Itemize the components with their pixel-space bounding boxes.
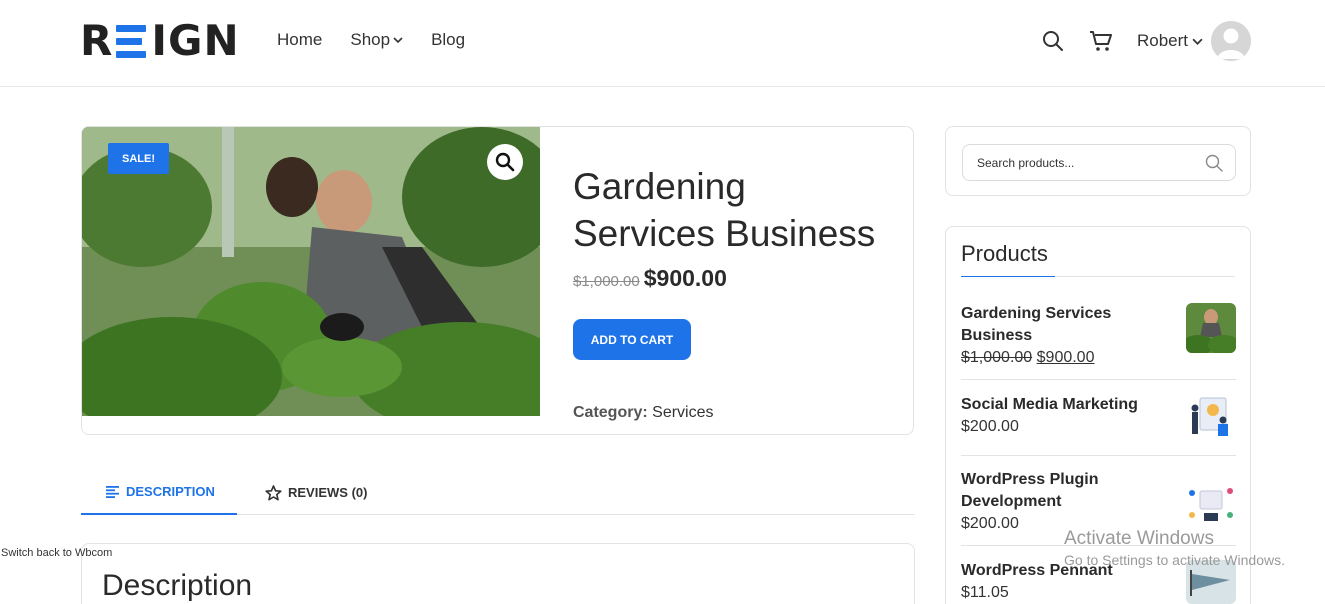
product-search-widget xyxy=(945,126,1251,196)
list-item[interactable]: Gardening Services Business $1,000.00 $9… xyxy=(961,303,1236,380)
nav-shop[interactable]: Shop xyxy=(350,30,403,50)
product-link[interactable]: WordPress Plugin Development xyxy=(961,469,1161,513)
cart-icon[interactable] xyxy=(1089,29,1113,53)
list-item[interactable]: WordPress Pennant $11.05 xyxy=(961,560,1236,604)
magnifier-icon xyxy=(495,152,515,172)
sale-price: $900.00 xyxy=(643,265,727,291)
align-left-icon xyxy=(106,485,120,498)
product-link[interactable]: Social Media Marketing xyxy=(961,394,1161,416)
tab-description[interactable]: DESCRIPTION xyxy=(81,470,237,515)
sale-badge: SALE! xyxy=(108,143,169,174)
category-link[interactable]: Services xyxy=(652,404,713,421)
regular-price: $1,000.00 xyxy=(961,349,1033,366)
product-link[interactable]: WordPress Pennant xyxy=(961,560,1161,582)
nav-shop-label: Shop xyxy=(350,30,391,49)
user-name: Robert xyxy=(1136,31,1188,50)
product-summary-card: SALE! Gardening Services Business $1,000… xyxy=(81,126,914,435)
product-search-input[interactable] xyxy=(963,145,1205,180)
sale-price: $900.00 xyxy=(1036,349,1095,366)
nav-blog[interactable]: Blog xyxy=(431,30,465,50)
site-logo[interactable]: R IGN xyxy=(80,16,240,65)
product-price: $1,000.00 $900.00 xyxy=(573,265,727,292)
product-link[interactable]: Gardening Services Business xyxy=(961,303,1161,347)
search-icon[interactable] xyxy=(1041,29,1065,53)
header-actions: Robert xyxy=(1041,20,1251,62)
description-heading: Description xyxy=(102,569,253,602)
product-thumbnail[interactable] xyxy=(1186,483,1236,527)
regular-price: $1,000.00 xyxy=(573,273,640,290)
user-avatar-icon xyxy=(1211,21,1251,61)
list-item[interactable]: Social Media Marketing $200.00 xyxy=(961,394,1236,456)
logo-letters-ign: IGN xyxy=(151,16,240,65)
product-category: Category: Services xyxy=(573,404,714,422)
logo-e-bars xyxy=(116,24,148,58)
logo-letter-r: R xyxy=(80,16,114,65)
product-thumbnail[interactable] xyxy=(1186,560,1236,604)
category-label: Category: xyxy=(573,404,648,421)
chevron-down-icon xyxy=(393,37,403,44)
site-header: R IGN Home Shop Blog Robert xyxy=(0,0,1325,87)
products-widget: Products Gardening Services Business $1,… xyxy=(945,226,1251,604)
products-widget-title: Products xyxy=(961,241,1048,266)
main-nav: Home Shop Blog xyxy=(277,30,493,50)
tab-description-label: DESCRIPTION xyxy=(126,484,215,499)
product-thumbnail[interactable] xyxy=(1186,303,1236,353)
product-search-box xyxy=(962,144,1236,181)
product-title: Gardening Services Business xyxy=(573,166,876,254)
description-panel: Description xyxy=(81,543,915,604)
tab-reviews-label: REVIEWS (0) xyxy=(288,485,368,500)
widget-title-divider xyxy=(961,276,1235,277)
list-item[interactable]: WordPress Plugin Development $200.00 xyxy=(961,469,1236,546)
product-thumbnail[interactable] xyxy=(1186,394,1236,444)
zoom-button[interactable] xyxy=(487,144,523,180)
avatar[interactable] xyxy=(1211,21,1251,61)
chevron-down-icon xyxy=(1192,38,1203,45)
add-to-cart-button[interactable]: ADD TO CART xyxy=(573,319,691,360)
star-icon xyxy=(265,484,282,501)
tab-reviews[interactable]: REVIEWS (0) xyxy=(237,470,367,515)
product-image[interactable]: SALE! xyxy=(82,127,540,416)
search-icon[interactable] xyxy=(1205,153,1225,173)
user-menu[interactable]: Robert xyxy=(1137,31,1203,51)
switch-back-link[interactable]: Switch back to Wbcom xyxy=(1,547,112,559)
nav-home[interactable]: Home xyxy=(277,30,322,50)
product-tabs: DESCRIPTION REVIEWS (0) xyxy=(81,470,915,515)
